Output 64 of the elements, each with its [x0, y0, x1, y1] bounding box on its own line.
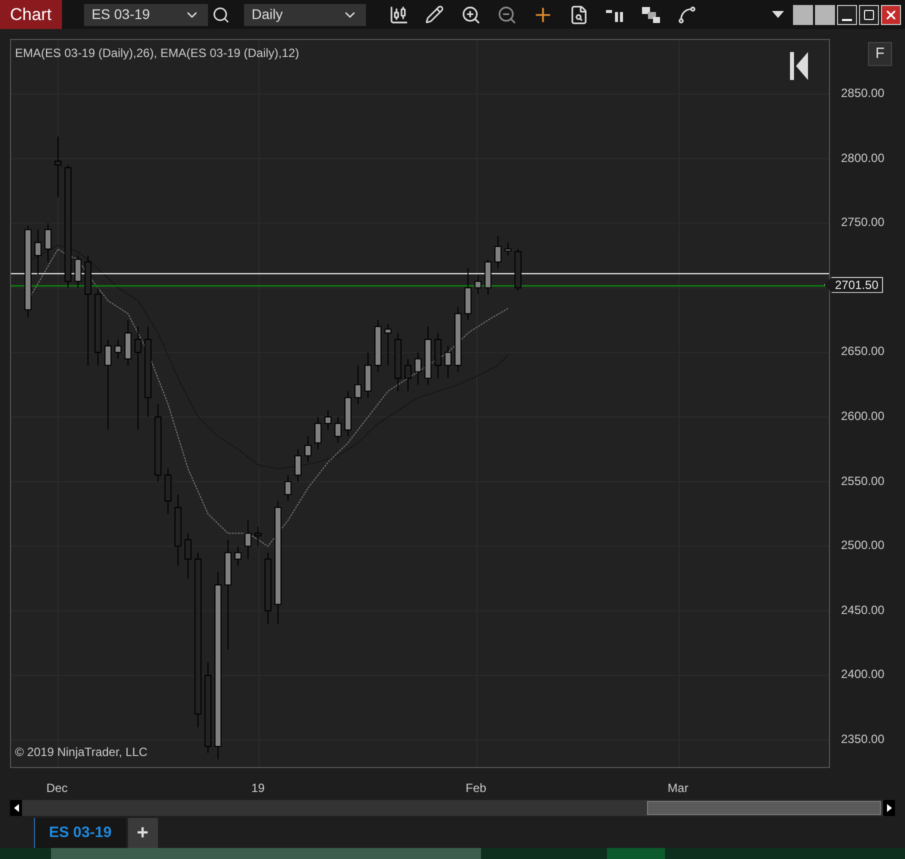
scroll-left-icon[interactable] [10, 800, 22, 816]
candlestick [334, 416, 342, 444]
axis-label: 2800.00 [841, 150, 884, 165]
minimize-icon [842, 18, 852, 20]
scrollbar[interactable] [10, 800, 895, 816]
candlestick [354, 364, 362, 405]
candlestick [474, 274, 482, 295]
axis-label: 2850.00 [841, 86, 884, 100]
close-icon [884, 8, 898, 22]
axis-label: Mar [668, 780, 688, 797]
scroll-right-icon[interactable] [883, 800, 895, 816]
axis-label: 2750.00 [841, 215, 884, 230]
interval-dropdown[interactable]: Daily [244, 4, 366, 26]
candlestick [414, 352, 422, 386]
scroll-thumb[interactable] [647, 801, 881, 815]
candlestick [464, 268, 472, 321]
axis-label: Dec [46, 780, 68, 797]
candlestick [324, 410, 332, 430]
axis-label: 2550.00 [841, 474, 884, 488]
candlestick [124, 320, 132, 366]
candlestick [234, 546, 242, 566]
candlestick [284, 474, 292, 502]
price-marker: 2701.50 [824, 276, 884, 293]
axis-label: Feb [466, 780, 486, 797]
candlestick [34, 229, 42, 276]
candlestick [114, 338, 122, 360]
copyright-text: © 2019 NinjaTrader, LLC [15, 744, 148, 761]
axis-label: 2500.00 [841, 538, 884, 552]
indicator-legend: EMA(ES 03-19 (Daily),26), EMA(ES 03-19 (Daily),12) [15, 44, 300, 62]
axis-label: 19 [251, 780, 265, 797]
candlestick [364, 352, 372, 398]
candlestick [504, 242, 512, 256]
candlestick [494, 236, 502, 269]
tab[interactable]: ES 03-19 [34, 818, 126, 848]
candlestick [424, 326, 432, 386]
instrument-dropdown[interactable]: ES 03-19 [84, 4, 208, 26]
candlestick [244, 520, 252, 560]
candlestick [44, 222, 52, 262]
close-button[interactable] [881, 4, 901, 24]
candlestick [384, 323, 392, 366]
add-tab-button[interactable]: + [128, 818, 158, 848]
window-title: Chart [0, 0, 62, 29]
candlestick [404, 358, 412, 392]
candlestick [484, 258, 492, 295]
candlestick [314, 416, 322, 450]
candlestick [374, 320, 382, 372]
axis-label: 2400.00 [841, 667, 884, 682]
axis-label: 2350.00 [841, 732, 884, 746]
candlestick [444, 345, 452, 379]
candlestick [74, 255, 82, 288]
minimize-button[interactable] [837, 4, 857, 24]
maximize-icon [863, 8, 875, 20]
candlestick [294, 448, 302, 482]
panel-button[interactable]: F [868, 42, 892, 66]
candlestick [454, 306, 462, 372]
layout-button[interactable] [793, 4, 813, 24]
maximize-button[interactable] [859, 4, 879, 24]
layout-button[interactable] [815, 4, 835, 24]
skip-to-start-icon[interactable] [790, 52, 808, 80]
axis-label: 2450.00 [841, 602, 884, 617]
axis-label: 2600.00 [841, 409, 884, 423]
axis-label: 2650.00 [841, 344, 884, 358]
candlestick [344, 390, 352, 437]
candlestick [304, 436, 312, 463]
